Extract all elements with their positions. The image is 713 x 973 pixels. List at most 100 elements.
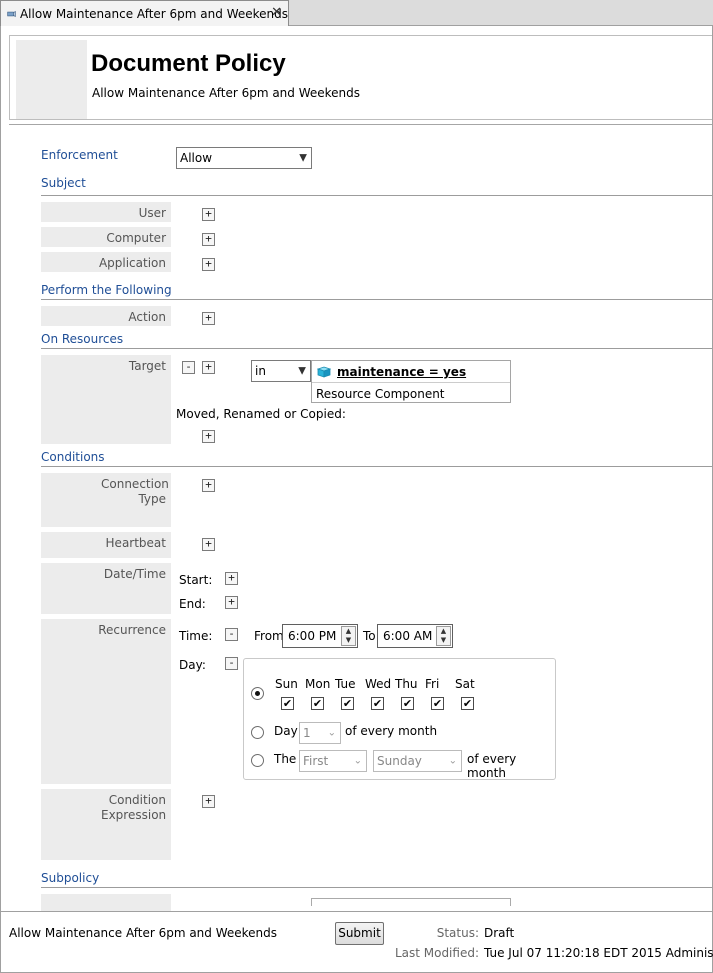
subject-heading: Subject — [41, 176, 86, 190]
last-modified-label: Last Modified: — [394, 946, 479, 960]
footer-policy-name: Allow Maintenance After 6pm and Weekends — [9, 926, 278, 940]
weekday-label-wed: Wed — [365, 677, 392, 691]
day-label: Day: — [179, 658, 206, 672]
policy-icon — [7, 10, 16, 17]
collapse-time-button[interactable]: - — [225, 628, 238, 641]
resource-component-link[interactable]: maintenance = yes — [337, 365, 466, 379]
action-label: Action — [41, 306, 171, 326]
weekday-select[interactable]: Sunday ⌄ — [373, 750, 462, 772]
page-title: Document Policy — [91, 50, 286, 77]
tab-title: Allow Maintenance After 6pm and Weekends — [19, 6, 288, 21]
add-connection-type-button[interactable]: + — [202, 479, 215, 492]
end-label: End: — [179, 597, 206, 611]
weekday-label-mon: Mon — [305, 677, 331, 691]
resources-heading: On Resources — [41, 332, 124, 346]
conditions-heading: Conditions — [41, 450, 105, 464]
datetime-label: Date/Time — [41, 563, 171, 614]
to-time-spinner[interactable]: 6:00 AM ▲ ▼ — [377, 624, 453, 648]
weekday-checkbox-fri[interactable]: ✔ — [431, 697, 444, 710]
enforcement-value: Allow — [180, 151, 213, 165]
day-number-select[interactable]: 1 ⌄ — [299, 722, 341, 744]
day-option-label: Day — [274, 724, 298, 738]
collapse-target-button[interactable]: - — [182, 361, 195, 374]
recurrence-label: Recurrence — [41, 619, 171, 784]
perform-heading: Perform the Following — [41, 283, 172, 297]
add-end-button[interactable]: + — [225, 596, 238, 609]
day-of-month-radio[interactable] — [251, 726, 264, 739]
start-label: Start: — [179, 573, 213, 587]
the-ordinal-radio[interactable] — [251, 754, 264, 767]
enforcement-select[interactable]: Allow ▼ — [176, 147, 312, 169]
weekday-checkbox-sat[interactable]: ✔ — [461, 697, 474, 710]
weekday-checkbox-wed[interactable]: ✔ — [371, 697, 384, 710]
heartbeat-label: Heartbeat — [41, 532, 171, 558]
from-time-spinner[interactable]: 6:00 PM ▲ ▼ — [282, 624, 358, 648]
from-time-value: 6:00 PM — [288, 629, 337, 643]
day-recurrence-panel: Sun ✔ Mon ✔ Tue ✔ Wed ✔ Thu ✔ Fri ✔ Sat ✔ Day 1 ⌄ of … — [243, 658, 556, 780]
status-label: Status: — [436, 926, 479, 940]
resource-component-card: maintenance = yes Resource Component — [311, 360, 511, 403]
weekday-label-sat: Sat — [455, 677, 475, 691]
weekday-checkbox-tue[interactable]: ✔ — [341, 697, 354, 710]
add-condition-expression-button[interactable]: + — [202, 795, 215, 808]
header-divider — [9, 124, 712, 125]
perform-divider — [41, 299, 712, 300]
add-action-button[interactable]: + — [202, 312, 215, 325]
status-badge: Draft — [484, 926, 515, 940]
last-modified-value: Tue Jul 07 11:20:18 EDT 2015 Administrat… — [484, 946, 713, 960]
tab-policy[interactable]: Allow Maintenance After 6pm and Weekends… — [0, 0, 289, 26]
add-target-button[interactable]: + — [202, 361, 215, 374]
from-time-stepper[interactable]: ▲ ▼ — [341, 626, 356, 646]
subject-divider — [41, 195, 712, 196]
weekdays-radio[interactable] — [251, 687, 264, 700]
add-user-button[interactable]: + — [202, 208, 215, 221]
resource-component-type: Resource Component — [316, 387, 445, 401]
computer-label: Computer — [41, 227, 171, 247]
weekday-label-sun: Sun — [275, 677, 298, 691]
condition-expression-label: Condition Expression — [41, 789, 171, 860]
enforcement-label: Enforcement — [41, 148, 118, 162]
add-start-button[interactable]: + — [225, 572, 238, 585]
weekday-value: Sunday — [377, 754, 422, 768]
day-number-value: 1 — [303, 726, 311, 740]
to-time-value: 6:00 AM — [383, 629, 433, 643]
add-application-button[interactable]: + — [202, 258, 215, 271]
chevron-down-icon: ▼ — [299, 152, 307, 164]
chevron-down-icon: ▼ — [298, 365, 306, 377]
from-label: From — [254, 629, 284, 643]
weekday-checkbox-mon[interactable]: ✔ — [311, 697, 324, 710]
weekday-checkbox-sun[interactable]: ✔ — [281, 697, 294, 710]
subpolicy-label-cut — [41, 894, 171, 911]
connection-type-label: Connection Type — [41, 473, 171, 527]
resource-component-header: maintenance = yes — [312, 361, 510, 383]
close-icon[interactable]: ✕ — [271, 5, 282, 20]
policy-header: Document Policy Allow Maintenance After … — [9, 35, 712, 120]
subpolicy-select-cut[interactable] — [311, 898, 511, 906]
add-heartbeat-button[interactable]: + — [202, 538, 215, 551]
component-cube-icon — [317, 366, 331, 378]
user-label: User — [41, 202, 171, 222]
chevron-down-icon: ⌄ — [448, 755, 457, 767]
spin-down-icon[interactable]: ▼ — [342, 636, 355, 645]
weekday-checkbox-thu[interactable]: ✔ — [401, 697, 414, 710]
weekday-label-tue: Tue — [335, 677, 356, 691]
weekday-label-thu: Thu — [395, 677, 418, 691]
spin-up-icon[interactable]: ▲ — [437, 627, 450, 636]
chevron-down-icon: ⌄ — [327, 727, 336, 739]
page-subtitle: Allow Maintenance After 6pm and Weekends — [92, 86, 361, 100]
the-option-label: The — [274, 752, 297, 766]
to-time-stepper[interactable]: ▲ ▼ — [436, 626, 451, 646]
conditions-divider — [41, 466, 712, 467]
moved-renamed-label: Moved, Renamed or Copied: — [176, 407, 346, 421]
ordinal-select[interactable]: First ⌄ — [299, 750, 367, 772]
collapse-day-button[interactable]: - — [225, 657, 238, 670]
to-label: To — [363, 629, 376, 643]
spin-up-icon[interactable]: ▲ — [342, 627, 355, 636]
spin-down-icon[interactable]: ▼ — [437, 636, 450, 645]
submit-button[interactable]: Submit — [335, 922, 384, 945]
target-label: Target — [41, 355, 171, 444]
add-computer-button[interactable]: + — [202, 233, 215, 246]
add-moved-target-button[interactable]: + — [202, 430, 215, 443]
target-operator-select[interactable]: in ▼ — [251, 360, 311, 382]
ordinal-value: First — [303, 754, 329, 768]
